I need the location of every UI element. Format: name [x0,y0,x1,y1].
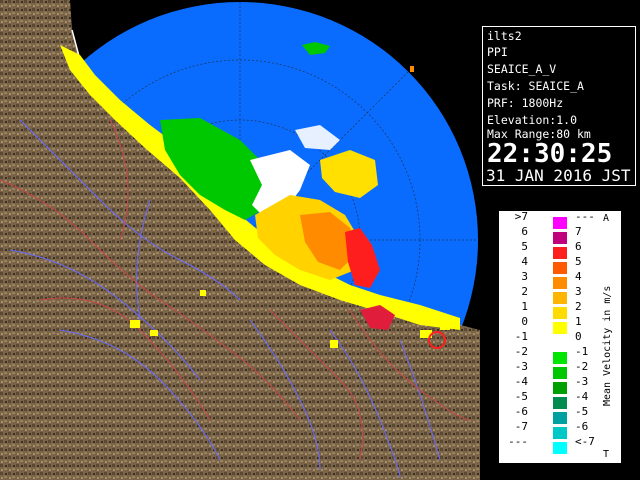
legend-label-right: 3 [575,285,582,298]
legend-label-left: >7 [514,210,528,223]
legend-swatch [553,307,567,319]
legend-label-left: --- [508,435,528,448]
site-name: ilts2 [487,29,522,43]
legend-label-right: -4 [575,390,589,403]
legend-label-right: -5 [575,405,589,418]
legend-label-right: 2 [575,300,582,313]
legend-label-right: 6 [575,240,582,253]
legend-label-right: -2 [575,360,589,373]
legend-label-left: -4 [514,375,528,388]
legend-label-right: -3 [575,375,589,388]
legend-swatch [553,412,567,424]
legend-swatch [553,217,567,229]
legend-swatch [553,382,567,394]
legend-top-marker: A [603,213,610,224]
scan-time: 22:30:25 [487,139,613,169]
legend-label-right: --- [575,210,595,223]
legend-label-right: 5 [575,255,582,268]
echo-blip [410,66,414,72]
legend-label-right: 0 [575,330,582,343]
legend-label-right: <-7 [575,435,595,448]
legend-label-left: 1 [521,300,528,313]
legend-label-left: -7 [514,420,528,433]
legend-swatch [553,337,567,349]
legend-swatch [553,442,567,454]
task-name: Task: SEAICE_A [487,79,584,93]
legend-label-left: -6 [514,405,528,418]
legend-swatch [553,397,567,409]
radar-ppi-display [0,0,480,480]
legend-swatch [553,367,567,379]
legend-label-left: 5 [521,240,528,253]
product-name: SEAICE_A_V [487,62,557,76]
scan-type: PPI [487,45,508,59]
legend-label-left: -5 [514,390,528,403]
elevation-value: Elevation:1.0 [487,113,578,127]
legend-swatch [553,427,567,439]
legend-swatch [553,247,567,259]
legend-bottom-marker: T [603,449,610,460]
legend-label-left: -3 [514,360,528,373]
legend-swatch [553,232,567,244]
info-panel: ilts2 PPI SEAICE_A_V Task: SEAICE_A PRF:… [480,0,640,480]
legend-swatch [553,292,567,304]
scan-info-box: ilts2 PPI SEAICE_A_V Task: SEAICE_A PRF:… [482,26,636,186]
legend-label-left: -2 [514,345,528,358]
legend-label-right: 7 [575,225,582,238]
legend-swatch [553,277,567,289]
legend-swatch [553,352,567,364]
legend-swatch [553,262,567,274]
legend-label-right: 1 [575,315,582,328]
legend-label-right: 4 [575,270,582,283]
legend-label-left: 6 [521,225,528,238]
legend-swatch [553,322,567,334]
prf-value: PRF: 1800Hz [487,96,564,110]
legend-title: Mean Velocity in m/s [602,285,613,406]
legend-label-left: 0 [521,315,528,328]
scan-date: 31 JAN 2016 JST [486,166,631,185]
velocity-legend: A Mean Velocity in m/s T >7 --- 6 7 5 6 4 5 3 4 2 3… [498,210,622,464]
legend-label-right: -1 [575,345,589,358]
legend-label-left: -1 [514,330,528,343]
legend-label-left: 4 [521,255,528,268]
legend-label-left: 3 [521,270,528,283]
legend-label-right: -6 [575,420,589,433]
legend-label-left: 2 [521,285,528,298]
